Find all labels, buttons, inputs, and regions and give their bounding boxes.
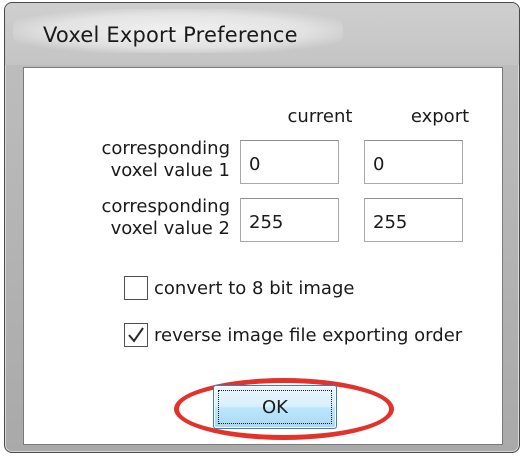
title-bar[interactable]: Voxel Export Preference bbox=[5, 3, 519, 65]
convert-8bit-label: convert to 8 bit image bbox=[154, 277, 355, 299]
column-header-current: current bbox=[287, 106, 353, 127]
row-label-voxel-value-1: corresponding voxel value 1 bbox=[62, 138, 230, 182]
dialog-content: current export corresponding voxel value… bbox=[23, 67, 503, 445]
current-voxel-value-2-input[interactable] bbox=[240, 198, 339, 242]
row-label-line2: voxel value 1 bbox=[110, 160, 230, 181]
current-voxel-value-1-input[interactable] bbox=[240, 140, 339, 184]
dialog-window: Voxel Export Preference current export c… bbox=[4, 2, 520, 453]
row-label-voxel-value-2: corresponding voxel value 2 bbox=[62, 196, 230, 240]
reverse-order-label: reverse image file exporting order bbox=[154, 324, 463, 346]
row-label-line1: corresponding bbox=[101, 138, 230, 159]
export-voxel-value-1-input[interactable] bbox=[364, 140, 463, 184]
ok-button[interactable]: OK bbox=[213, 385, 337, 429]
row-label-line1: corresponding bbox=[101, 196, 230, 217]
checkmark-icon bbox=[128, 327, 144, 343]
convert-8bit-option[interactable]: convert to 8 bit image bbox=[124, 274, 354, 302]
row-label-line2: voxel value 2 bbox=[110, 218, 230, 239]
column-header-export: export bbox=[410, 106, 470, 127]
export-voxel-value-2-input[interactable] bbox=[364, 198, 463, 242]
focus-rectangle bbox=[218, 390, 332, 424]
reverse-order-option[interactable]: reverse image file exporting order bbox=[124, 321, 462, 349]
reverse-order-checkbox[interactable] bbox=[124, 323, 148, 347]
convert-8bit-checkbox[interactable] bbox=[124, 276, 148, 300]
window-title: Voxel Export Preference bbox=[43, 23, 298, 47]
